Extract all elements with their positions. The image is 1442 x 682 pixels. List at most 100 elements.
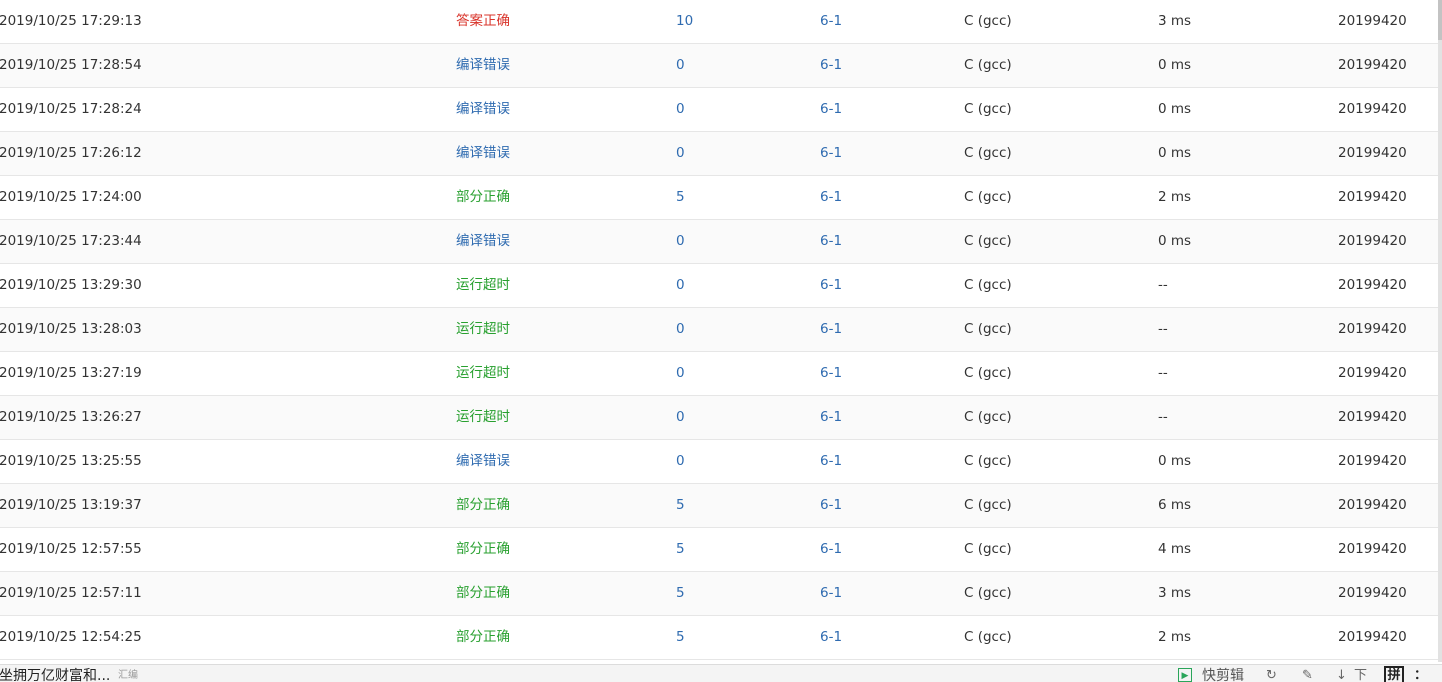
- score-cell[interactable]: 5: [676, 528, 685, 571]
- user-id-cell: 20199420: [1338, 233, 1407, 249]
- submit-time-cell: 2019/10/25 12:54:25: [0, 629, 142, 645]
- judge-status-cell[interactable]: 编译错误: [456, 440, 510, 483]
- problem-id-cell[interactable]: 6-1: [820, 308, 842, 351]
- table-row: 2019/10/25 13:26:27 运行超时 0 6-1 C (gcc) -- 2019…: [0, 396, 1442, 440]
- vertical-scrollbar[interactable]: [1438, 0, 1442, 662]
- table-row: 2019/10/25 13:29:30 运行超时 0 6-1 C (gcc) -- 2019…: [0, 264, 1442, 308]
- pin-icon[interactable]: ✎: [1302, 667, 1313, 682]
- score-cell[interactable]: 0: [676, 44, 685, 87]
- judge-status-cell[interactable]: 运行超时: [456, 396, 510, 439]
- problem-id-cell[interactable]: 6-1: [820, 132, 842, 175]
- score-cell[interactable]: 0: [676, 440, 685, 483]
- score-cell[interactable]: 0: [676, 264, 685, 307]
- problem-id-cell[interactable]: 6-1: [820, 396, 842, 439]
- time-used-cell: --: [1158, 277, 1168, 293]
- user-id-cell: 20199420: [1338, 497, 1407, 513]
- scrollbar-thumb[interactable]: [1438, 0, 1442, 40]
- submit-time-cell: 2019/10/25 17:28:24: [0, 101, 142, 117]
- ime-pinyin-indicator[interactable]: 拼: [1384, 666, 1404, 682]
- table-row: 2019/10/25 13:28:03 运行超时 0 6-1 C (gcc) -- 2019…: [0, 308, 1442, 352]
- score-cell[interactable]: 0: [676, 88, 685, 131]
- submission-table: 2019/10/25 17:29:13 答案正确 10 6-1 C (gcc) 3 ms 2…: [0, 0, 1442, 660]
- submit-time-cell: 2019/10/25 13:19:37: [0, 497, 142, 513]
- compiler-cell: C (gcc): [964, 145, 1012, 161]
- quick-clip-button[interactable]: 快剪辑: [1202, 667, 1244, 682]
- user-id-cell: 20199420: [1338, 541, 1407, 557]
- judge-status-cell[interactable]: 部分正确: [456, 572, 510, 615]
- download-label[interactable]: 下: [1354, 667, 1367, 682]
- refresh-icon[interactable]: ↻: [1266, 667, 1277, 682]
- problem-id-cell[interactable]: 6-1: [820, 352, 842, 395]
- submit-time-cell: 2019/10/25 17:28:54: [0, 57, 142, 73]
- user-id-cell: 20199420: [1338, 13, 1407, 29]
- table-row: 2019/10/25 12:57:11 部分正确 5 6-1 C (gcc) 3 ms 20…: [0, 572, 1442, 616]
- problem-id-cell[interactable]: 6-1: [820, 44, 842, 87]
- problem-id-cell[interactable]: 6-1: [820, 440, 842, 483]
- problem-id-cell[interactable]: 6-1: [820, 484, 842, 527]
- judge-status-cell[interactable]: 编译错误: [456, 88, 510, 131]
- judge-status-cell[interactable]: 运行超时: [456, 352, 510, 395]
- time-used-cell: 3 ms: [1158, 585, 1192, 601]
- judge-status-cell[interactable]: 部分正确: [456, 484, 510, 527]
- judge-status-cell[interactable]: 运行超时: [456, 264, 510, 307]
- table-row: 2019/10/25 13:25:55 编译错误 0 6-1 C (gcc) 0 ms 20…: [0, 440, 1442, 484]
- score-cell[interactable]: 0: [676, 396, 685, 439]
- time-used-cell: --: [1158, 321, 1168, 337]
- user-id-cell: 20199420: [1338, 57, 1407, 73]
- user-id-cell: 20199420: [1338, 629, 1407, 645]
- user-id-cell: 20199420: [1338, 277, 1407, 293]
- score-cell[interactable]: 5: [676, 484, 685, 527]
- problem-id-cell[interactable]: 6-1: [820, 176, 842, 219]
- clipboard-icon[interactable]: ▶: [1178, 668, 1192, 682]
- score-cell[interactable]: 5: [676, 176, 685, 219]
- time-used-cell: 0 ms: [1158, 57, 1192, 73]
- user-id-cell: 20199420: [1338, 101, 1407, 117]
- problem-id-cell[interactable]: 6-1: [820, 264, 842, 307]
- compiler-cell: C (gcc): [964, 585, 1012, 601]
- compiler-cell: C (gcc): [964, 57, 1012, 73]
- problem-id-cell[interactable]: 6-1: [820, 528, 842, 571]
- problem-id-cell[interactable]: 6-1: [820, 88, 842, 131]
- compiler-cell: C (gcc): [964, 189, 1012, 205]
- problem-id-cell[interactable]: 6-1: [820, 0, 842, 43]
- score-cell[interactable]: 0: [676, 132, 685, 175]
- judge-status-cell[interactable]: 部分正确: [456, 528, 510, 571]
- judge-status-cell[interactable]: 部分正确: [456, 176, 510, 219]
- score-cell[interactable]: 10: [676, 0, 693, 43]
- user-id-cell: 20199420: [1338, 409, 1407, 425]
- judge-status-cell[interactable]: 编译错误: [456, 44, 510, 87]
- submission-list-page: 2019/10/25 17:29:13 答案正确 10 6-1 C (gcc) 3 ms 2…: [0, 0, 1442, 682]
- submit-time-cell: 2019/10/25 17:29:13: [0, 13, 142, 29]
- score-cell[interactable]: 5: [676, 616, 685, 659]
- submit-time-cell: 2019/10/25 17:24:00: [0, 189, 142, 205]
- table-row: 2019/10/25 17:29:13 答案正确 10 6-1 C (gcc) 3 ms 2…: [0, 0, 1442, 44]
- user-id-cell: 20199420: [1338, 453, 1407, 469]
- score-cell[interactable]: 5: [676, 572, 685, 615]
- judge-status-cell[interactable]: 编译错误: [456, 132, 510, 175]
- score-cell[interactable]: 0: [676, 308, 685, 351]
- table-row: 2019/10/25 12:54:25 部分正确 5 6-1 C (gcc) 2 ms 20…: [0, 616, 1442, 660]
- submit-time-cell: 2019/10/25 17:23:44: [0, 233, 142, 249]
- judge-status-cell[interactable]: 运行超时: [456, 308, 510, 351]
- download-icon[interactable]: ↓: [1336, 667, 1347, 682]
- judge-status-cell[interactable]: 编译错误: [456, 220, 510, 263]
- compiler-cell: C (gcc): [964, 541, 1012, 557]
- compiler-cell: C (gcc): [964, 101, 1012, 117]
- time-used-cell: 3 ms: [1158, 13, 1192, 29]
- table-row: 2019/10/25 17:23:44 编译错误 0 6-1 C (gcc) 0 ms 20…: [0, 220, 1442, 264]
- judge-status-cell[interactable]: 部分正确: [456, 616, 510, 659]
- submit-time-cell: 2019/10/25 13:26:27: [0, 409, 142, 425]
- time-used-cell: 0 ms: [1158, 101, 1192, 117]
- score-cell[interactable]: 0: [676, 220, 685, 263]
- news-ticker-link[interactable]: 坐拥万亿财富和...: [0, 667, 110, 682]
- time-used-cell: 0 ms: [1158, 453, 1192, 469]
- compiler-cell: C (gcc): [964, 13, 1012, 29]
- judge-status-cell[interactable]: 答案正确: [456, 0, 510, 43]
- submit-time-cell: 2019/10/25 17:26:12: [0, 145, 142, 161]
- time-used-cell: --: [1158, 409, 1168, 425]
- problem-id-cell[interactable]: 6-1: [820, 220, 842, 263]
- problem-id-cell[interactable]: 6-1: [820, 572, 842, 615]
- ime-extra-indicator[interactable]: ：: [1414, 667, 1427, 682]
- problem-id-cell[interactable]: 6-1: [820, 616, 842, 659]
- score-cell[interactable]: 0: [676, 352, 685, 395]
